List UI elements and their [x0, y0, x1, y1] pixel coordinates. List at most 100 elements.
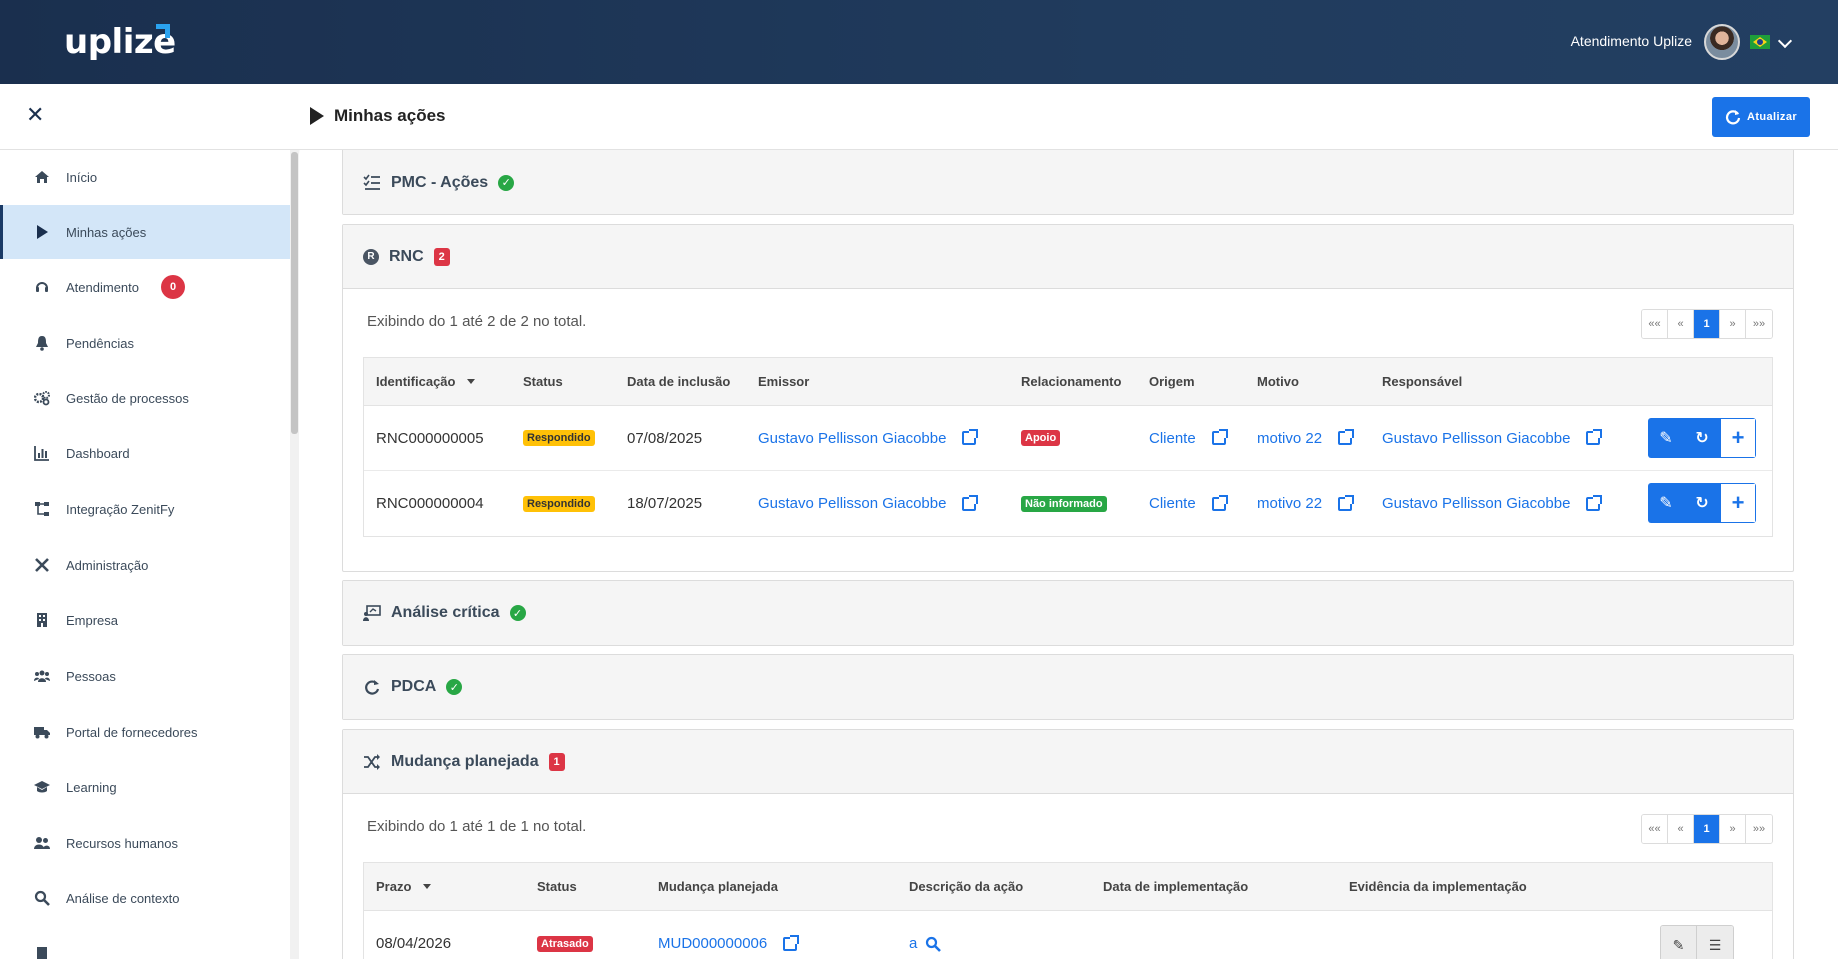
- add-button[interactable]: +: [1720, 418, 1756, 458]
- pager-prev[interactable]: «: [1668, 310, 1694, 338]
- sidebar-item-empresa[interactable]: Empresa: [0, 593, 290, 647]
- edit-pen-button[interactable]: ✎: [1648, 483, 1684, 523]
- sidebar-item-integracao-zenitfy[interactable]: Integração ZenitFy: [0, 482, 290, 536]
- sidebar-item-atendimento[interactable]: Atendimento 0: [0, 260, 290, 314]
- edit-pen-button[interactable]: ✎: [1648, 418, 1684, 458]
- relacionamento-badge: Apoio: [1021, 430, 1061, 446]
- pager-last[interactable]: »»: [1746, 815, 1772, 843]
- motivo-link[interactable]: motivo 22: [1257, 494, 1355, 512]
- rnc-showing-text: Exibindo do 1 até 2 de 2 no total.: [367, 313, 587, 330]
- refresh-button[interactable]: Atualizar: [1712, 97, 1810, 137]
- search-icon: [34, 890, 50, 906]
- people-icon: [34, 670, 50, 682]
- pager-next[interactable]: »: [1720, 815, 1746, 843]
- chevron-down-icon[interactable]: [1777, 33, 1793, 49]
- refresh-row-button[interactable]: ↻: [1684, 483, 1720, 523]
- mudanca-link[interactable]: MUD000000006: [658, 934, 800, 952]
- sidebar-item-recursos-humanos[interactable]: Recursos humanos: [0, 816, 290, 870]
- list-button[interactable]: ☰: [1697, 926, 1733, 959]
- col-descricao-acao: Descrição da ação: [909, 879, 1024, 894]
- cell-prazo: 08/04/2026: [376, 935, 452, 952]
- sidebar-item-label: Gestão de processos: [66, 390, 189, 406]
- sidebar: Início Minhas ações Atendimento 0 Pendên…: [0, 150, 292, 959]
- pager-current[interactable]: 1: [1694, 310, 1720, 338]
- sidebar-item-dashboard[interactable]: Dashboard: [0, 426, 290, 480]
- external-link-icon: [1586, 429, 1603, 445]
- add-button[interactable]: +: [1720, 483, 1756, 523]
- pager-first[interactable]: ««: [1642, 815, 1668, 843]
- origem-link[interactable]: Cliente: [1149, 494, 1228, 512]
- sidebar-item-gestao-processos[interactable]: Gestão de processos: [0, 371, 290, 425]
- rnc-table: Identificação Status Data de inclusão Em…: [363, 357, 1773, 537]
- edit-button[interactable]: ✎: [1661, 926, 1697, 959]
- gears-icon: [34, 391, 50, 406]
- section-header[interactable]: PDCA ✓: [343, 655, 1793, 719]
- sidebar-item-label: Recursos humanos: [66, 835, 178, 851]
- user-name[interactable]: Atendimento Uplize: [1571, 33, 1692, 49]
- col-relacionamento: Relacionamento: [1021, 374, 1122, 389]
- col-origem: Origem: [1149, 374, 1195, 389]
- col-identificacao[interactable]: Identificação: [376, 374, 476, 389]
- sidebar-item-label: Learning: [66, 779, 117, 795]
- pager-last[interactable]: »»: [1746, 310, 1772, 338]
- section-header[interactable]: Análise crítica ✓: [343, 581, 1793, 645]
- table-row: RNC000000004 Respondido 18/07/2025 Gusta…: [364, 471, 1772, 536]
- status-badge: Respondido: [523, 430, 595, 446]
- section-title: PMC - Ações: [391, 173, 489, 191]
- play-icon: [310, 107, 324, 125]
- descricao-link[interactable]: a: [909, 935, 942, 952]
- responsavel-link[interactable]: Gustavo Pellisson Giacobbe: [1382, 494, 1603, 512]
- pager-first[interactable]: ««: [1642, 310, 1668, 338]
- sidebar-item-analise-contexto[interactable]: Análise de contexto: [0, 871, 290, 925]
- play-icon: [37, 225, 48, 239]
- sidebar-item-partial[interactable]: [0, 927, 290, 959]
- check-circle-icon: ✓: [446, 679, 463, 695]
- tools-icon: [35, 558, 49, 572]
- logo-mark-icon: [156, 24, 170, 38]
- col-data-inclusao: Data de inclusão: [627, 374, 731, 389]
- truck-icon: [34, 727, 50, 739]
- sidebar-item-pessoas[interactable]: Pessoas: [0, 649, 290, 703]
- section-header[interactable]: Mudança planejada 1: [343, 730, 1793, 794]
- sidebar-item-learning[interactable]: Learning: [0, 760, 290, 814]
- section-header[interactable]: R RNC 2: [343, 225, 1793, 289]
- sidebar-item-label: Pendências: [66, 335, 134, 351]
- sidebar-item-portal-fornecedores[interactable]: Portal de fornecedores: [0, 705, 290, 759]
- sidebar-item-label: Dashboard: [66, 445, 130, 461]
- section-title: Mudança planejada: [391, 752, 539, 770]
- emissor-link[interactable]: Gustavo Pellisson Giacobbe: [758, 494, 979, 512]
- sidebar-item-administracao[interactable]: Administração: [0, 538, 290, 592]
- section-pdca: PDCA ✓: [342, 654, 1794, 720]
- refresh-row-button[interactable]: ↻: [1684, 418, 1720, 458]
- origem-link[interactable]: Cliente: [1149, 429, 1228, 447]
- cell-id: RNC000000005: [376, 429, 484, 447]
- top-header: uplize Atendimento Uplize: [0, 0, 1838, 84]
- avatar[interactable]: [1704, 24, 1740, 60]
- brazil-flag-icon[interactable]: [1750, 35, 1770, 49]
- col-emissor: Emissor: [758, 374, 810, 389]
- section-header[interactable]: PMC - Ações ✓: [343, 150, 1793, 214]
- col-mudanca-planejada: Mudança planejada: [658, 879, 778, 894]
- section-rnc: R RNC 2 Exibindo do 1 até 2 de 2 no tota…: [342, 224, 1794, 572]
- col-responsavel: Responsável: [1382, 374, 1463, 389]
- sidebar-item-minhas-acoes[interactable]: Minhas ações: [0, 205, 290, 259]
- pager-current[interactable]: 1: [1694, 815, 1720, 843]
- emissor-link[interactable]: Gustavo Pellisson Giacobbe: [758, 429, 979, 447]
- presentation-icon: [363, 605, 381, 621]
- pager-prev[interactable]: «: [1668, 815, 1694, 843]
- home-icon: [35, 171, 49, 183]
- search-icon[interactable]: [925, 936, 942, 952]
- motivo-link[interactable]: motivo 22: [1257, 429, 1355, 447]
- section-title: Análise crítica: [391, 604, 500, 621]
- close-icon[interactable]: ✕: [26, 104, 44, 126]
- building-icon: [37, 613, 47, 627]
- sidebar-item-pendencias[interactable]: Pendências: [0, 316, 290, 370]
- sidebar-scrollbar-thumb[interactable]: [291, 152, 298, 434]
- external-link-icon: [1211, 494, 1228, 511]
- table-header: Identificação Status Data de inclusão Em…: [364, 358, 1772, 406]
- col-prazo[interactable]: Prazo: [376, 879, 432, 894]
- pager-next[interactable]: »: [1720, 310, 1746, 338]
- sidebar-item-label: Pessoas: [66, 668, 116, 684]
- sidebar-item-inicio[interactable]: Início: [0, 150, 290, 204]
- responsavel-link[interactable]: Gustavo Pellisson Giacobbe: [1382, 429, 1603, 447]
